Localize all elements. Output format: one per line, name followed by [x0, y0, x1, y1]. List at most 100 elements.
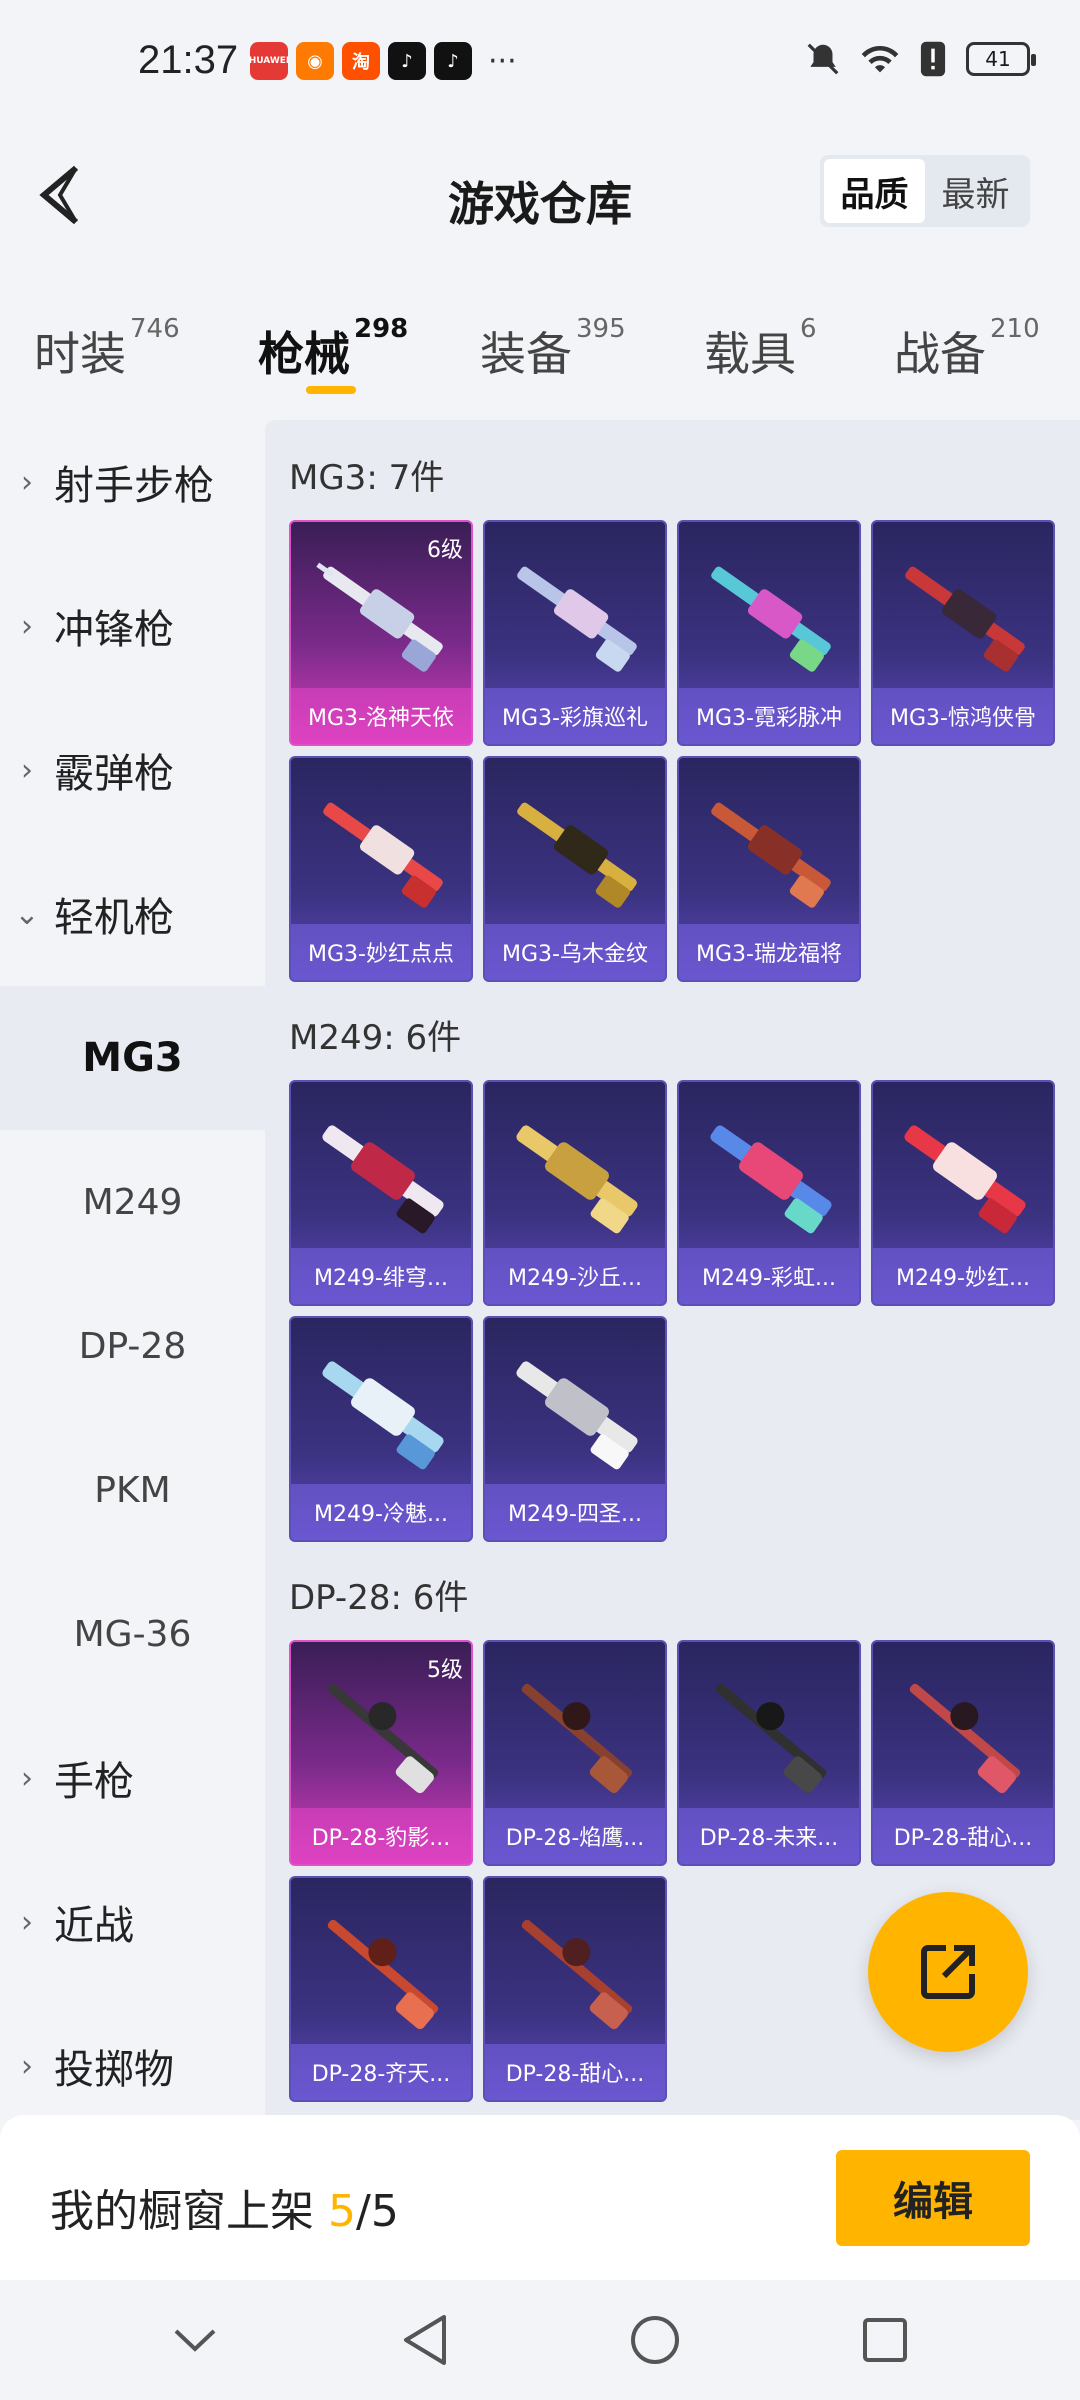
tab-count: 746 [130, 314, 180, 344]
skin-card[interactable]: M249-沙丘... [483, 1080, 667, 1306]
weapon-type-sidebar: › 射手步枪 › 冲锋枪 › 霰弹枪 ⌄ 轻机枪 MG3 M249 DP-28 … [0, 410, 265, 2110]
sidebar-item-lmg[interactable]: ⌄ 轻机枪 [0, 842, 265, 986]
taobao-icon: 淘 [342, 42, 380, 80]
sidebar-item-m249[interactable]: M249 [0, 1130, 265, 1274]
skin-name: M249-沙丘... [485, 1248, 665, 1304]
chevron-right-icon: › [21, 608, 33, 644]
sidebar-item-shotgun[interactable]: › 霰弹枪 [0, 698, 265, 842]
skin-card[interactable]: M249-四圣... [483, 1316, 667, 1542]
nav-home-button[interactable] [615, 2300, 695, 2380]
showcase-bar: 我的橱窗上架 5/5 编辑 [0, 2115, 1080, 2280]
skin-name: M249-绯穹... [291, 1248, 471, 1304]
skin-card[interactable]: M249-绯穹... [289, 1080, 473, 1306]
tab-count: 298 [354, 314, 409, 344]
skin-card[interactable]: DP-28-甜心... [483, 1876, 667, 2102]
sort-toggle: 品质 最新 [820, 155, 1030, 227]
skin-name: DP-28-齐天... [291, 2044, 471, 2100]
sidebar-item-mg3[interactable]: MG3 [0, 986, 265, 1130]
skin-card[interactable]: 5级 DP-28-豹影... [289, 1640, 473, 1866]
lmg-skin-icon [909, 1683, 1021, 1794]
showcase-label: 我的橱窗上架 [50, 2186, 314, 2237]
sort-quality-button[interactable]: 品质 [824, 159, 925, 223]
tab-firearms[interactable]: 枪械 298 [258, 314, 408, 384]
lmg-skin-icon [711, 802, 831, 908]
skin-card[interactable]: DP-28-甜心... [871, 1640, 1055, 1866]
sidebar-item-label: 霰弹枪 [54, 751, 174, 797]
huawei-app-icon: HUAWEI [249, 42, 289, 80]
status-app-icons: HUAWEI ◉ 淘 ♪ ♪ ··· [249, 42, 517, 80]
skin-card[interactable]: M249-彩虹... [677, 1080, 861, 1306]
tab-label: 时装 [34, 327, 126, 381]
skin-name: MG3-霓彩脉冲 [679, 688, 859, 744]
skin-name: MG3-洛神天依 [291, 688, 471, 744]
tab-gear[interactable]: 战备 210 [894, 314, 1040, 384]
sort-latest-button[interactable]: 最新 [925, 159, 1026, 223]
share-button[interactable] [868, 1892, 1028, 2052]
chevron-right-icon: › [21, 752, 33, 788]
skin-card[interactable]: DP-28-未来... [677, 1640, 861, 1866]
lmg-skin-icon [323, 802, 443, 908]
lmg-skin-icon [516, 1361, 638, 1470]
nav-back-button[interactable] [385, 2300, 465, 2380]
sidebar-item-mg36[interactable]: MG-36 [0, 1562, 265, 1706]
skin-card[interactable]: MG3-妙红点点 [289, 756, 473, 982]
nav-collapse-button[interactable] [155, 2300, 235, 2380]
skin-card[interactable]: MG3-惊鸿侠骨 [871, 520, 1055, 746]
system-nav-bar [0, 2280, 1080, 2400]
chevron-down-icon: ⌄ [14, 896, 40, 932]
sidebar-item-smg[interactable]: › 冲锋枪 [0, 554, 265, 698]
skin-name: DP-28-焰鹰... [485, 1808, 665, 1864]
skin-card[interactable]: MG3-乌木金纹 [483, 756, 667, 982]
skin-card[interactable]: DP-28-焰鹰... [483, 1640, 667, 1866]
chevron-right-icon: › [21, 2048, 33, 2084]
wifi-icon [861, 45, 899, 73]
sidebar-item-melee[interactable]: › 近战 [0, 1850, 265, 1994]
skin-name: MG3-彩旗巡礼 [485, 688, 665, 744]
tiktok-icon-2: ♪ [434, 42, 472, 80]
group-title-m249: M249: 6件 [289, 1018, 462, 1058]
group-title-mg3: MG3: 7件 [289, 458, 445, 498]
skin-card[interactable]: DP-28-齐天... [289, 1876, 473, 2102]
skin-card[interactable]: 6级 MG3-洛神天依 [289, 520, 473, 746]
sidebar-item-marksman-rifle[interactable]: › 射手步枪 [0, 410, 265, 554]
skin-name: M249-四圣... [485, 1484, 665, 1540]
tab-vehicles[interactable]: 载具 6 [704, 314, 817, 384]
sidebar-item-label: 近战 [54, 1903, 134, 1949]
category-tabs: 时装 746 枪械 298 装备 395 载具 6 战备 210 [0, 300, 1080, 410]
skin-card[interactable]: MG3-彩旗巡礼 [483, 520, 667, 746]
skin-card[interactable]: MG3-瑞龙福将 [677, 756, 861, 982]
sidebar-item-pistol[interactable]: › 手枪 [0, 1706, 265, 1850]
lmg-skin-icon [710, 1125, 832, 1234]
sidebar-item-dp28[interactable]: DP-28 [0, 1274, 265, 1418]
skin-name: MG3-瑞龙福将 [679, 924, 859, 980]
lmg-skin-icon [516, 1125, 638, 1234]
tab-outfits[interactable]: 时装 746 [34, 314, 180, 384]
tab-count: 210 [990, 314, 1040, 344]
edit-showcase-button[interactable]: 编辑 [836, 2150, 1030, 2246]
lmg-skin-icon [711, 566, 831, 672]
lmg-skin-icon [322, 1361, 444, 1470]
skin-name: DP-28-豹影... [291, 1808, 471, 1864]
chevron-right-icon: › [21, 1760, 33, 1796]
sidebar-item-label: 射手步枪 [54, 463, 214, 509]
alert-icon [920, 41, 946, 77]
skin-card[interactable]: MG3-霓彩脉冲 [677, 520, 861, 746]
skin-card[interactable]: M249-妙红... [871, 1080, 1055, 1306]
sidebar-item-pkm[interactable]: PKM [0, 1418, 265, 1562]
skin-card[interactable]: M249-冷魅... [289, 1316, 473, 1542]
lmg-skin-icon [517, 802, 637, 908]
tab-equipment[interactable]: 装备 395 [480, 314, 626, 384]
active-tab-indicator [306, 386, 356, 394]
showcase-current-count: 5 [328, 2186, 356, 2237]
status-time: 21:37 [138, 38, 239, 82]
lmg-skin-icon [327, 1919, 439, 2030]
showcase-status: 我的橱窗上架 5/5 [50, 2175, 399, 2239]
nav-recents-button[interactable] [845, 2300, 925, 2380]
tab-label: 战备 [894, 327, 986, 381]
lmg-skin-icon [904, 1125, 1026, 1234]
lmg-skin-icon [905, 566, 1025, 672]
status-bar: 21:37 HUAWEI ◉ 淘 ♪ ♪ ··· 41 [0, 0, 1080, 110]
skin-level-badge: 6级 [427, 538, 463, 563]
circle-home-icon [631, 2316, 679, 2364]
chevron-down-icon [174, 2329, 216, 2352]
